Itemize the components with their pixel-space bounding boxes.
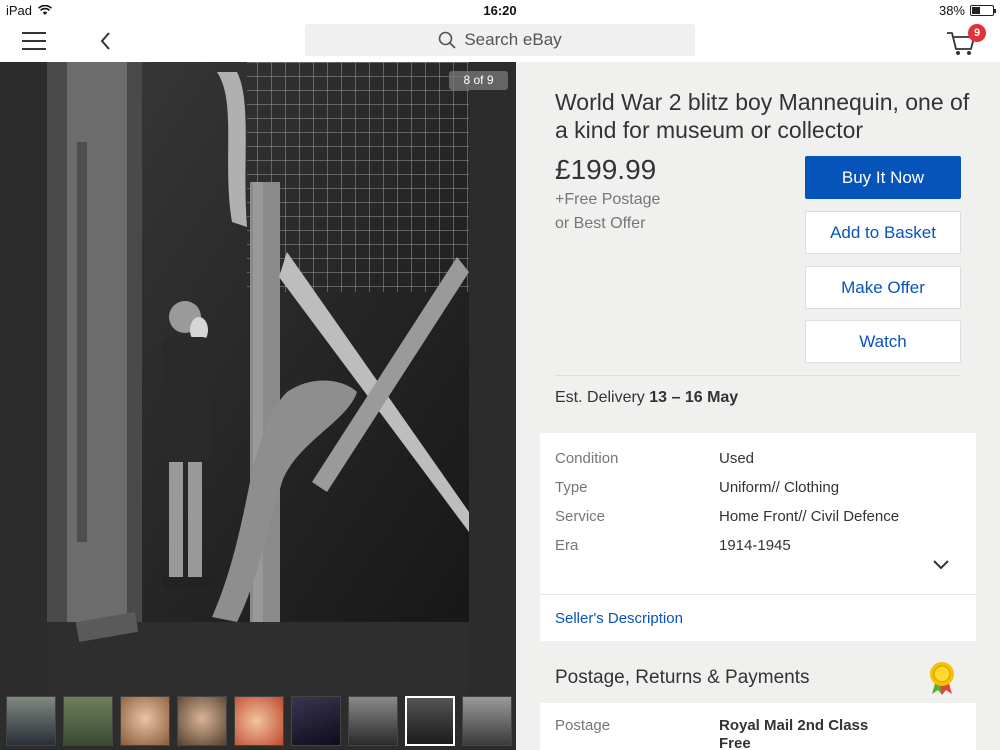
postage-cost: Free <box>719 735 751 750</box>
thumbnail-6[interactable] <box>291 696 341 746</box>
section-divider <box>555 375 961 376</box>
spec-value: 1914-1945 <box>719 537 791 554</box>
thumbnail-2[interactable] <box>63 696 113 746</box>
thumbnail-3[interactable] <box>120 696 170 746</box>
postage-note: +Free Postage <box>555 191 661 208</box>
sellers-description-link[interactable]: Seller's Description <box>555 610 683 627</box>
cart-button[interactable]: 9 <box>944 24 988 58</box>
spec-key: Type <box>555 479 588 496</box>
award-ribbon-icon <box>930 662 954 695</box>
spec-key: Service <box>555 508 606 525</box>
search-icon <box>439 31 456 49</box>
listing-title: World War 2 blitz boy Mannequin, one of … <box>555 89 970 143</box>
add-to-basket-button[interactable]: Add to Basket <box>805 211 961 254</box>
battery-icon <box>970 5 996 16</box>
postage-service: Royal Mail 2nd Class <box>719 717 869 734</box>
buy-it-now-button[interactable]: Buy It Now <box>805 156 961 199</box>
thumbnail-7[interactable] <box>348 696 398 746</box>
thumbnail-8[interactable] <box>405 696 455 746</box>
spec-key: Era <box>555 537 579 554</box>
thumbnail-5[interactable] <box>234 696 284 746</box>
delivery-label: Est. Delivery <box>555 389 645 406</box>
card-divider <box>540 594 976 595</box>
main-product-photo[interactable] <box>47 62 469 694</box>
status-bar: iPad 16:20 38% <box>0 0 1000 20</box>
hamburger-menu-icon[interactable] <box>22 32 46 50</box>
thumbnail-1[interactable] <box>6 696 56 746</box>
cart-count-badge: 9 <box>968 24 986 42</box>
make-offer-button[interactable]: Make Offer <box>805 266 961 309</box>
image-gallery: 8 of 9 <box>0 62 516 750</box>
postage-details-card: Postage Royal Mail 2nd Class Free <box>540 703 976 750</box>
clock: 16:20 <box>483 3 517 18</box>
image-counter-badge: 8 of 9 <box>449 71 508 90</box>
spec-value: Home Front// Civil Defence <box>719 508 900 525</box>
postage-label: Postage <box>555 717 611 734</box>
search-input[interactable]: Search eBay <box>305 24 695 56</box>
battery-level <box>972 7 980 14</box>
battery-percent: 38% <box>938 3 965 18</box>
spec-value: Used <box>719 450 755 467</box>
thumbnail-9[interactable] <box>462 696 512 746</box>
item-specifics-card: Condition Used Type Uniform// Clothing S… <box>540 433 976 641</box>
estimated-delivery: Est. Delivery 13 – 16 May <box>555 389 738 407</box>
back-chevron-icon[interactable] <box>96 28 116 54</box>
thumbnail-strip <box>0 696 516 750</box>
best-offer-note: or Best Offer <box>555 215 646 232</box>
search-placeholder: Search eBay <box>464 30 562 49</box>
top-nav: Search eBay 9 <box>0 20 1000 62</box>
watch-button[interactable]: Watch <box>805 320 961 363</box>
spec-key: Condition <box>555 450 619 467</box>
spec-value: Uniform// Clothing <box>719 479 840 496</box>
thumbnail-4[interactable] <box>177 696 227 746</box>
item-price: £199.99 <box>555 154 657 185</box>
delivery-dates: 13 – 16 May <box>649 389 739 406</box>
chevron-down-icon[interactable] <box>932 559 950 571</box>
section-title: Postage, Returns & Payments <box>555 667 810 688</box>
